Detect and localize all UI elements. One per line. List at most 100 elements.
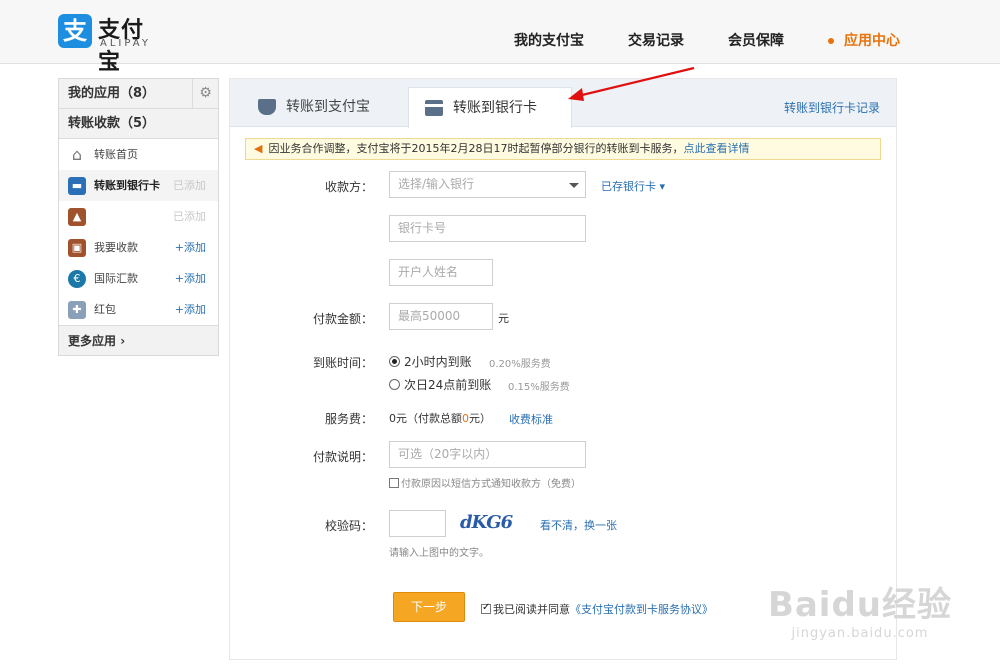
sidebar-item-unnamed[interactable]: ▲ 已添加 bbox=[59, 201, 218, 232]
sidebar-my-apps[interactable]: 我的应用（8） ⚙ bbox=[59, 79, 218, 109]
added-status: 已添加 bbox=[173, 179, 206, 192]
sms-notify-label: 付款原因以短信方式通知收款方（免费） bbox=[401, 479, 581, 490]
tab-transfer-to-alipay[interactable]: 转账到支付宝 bbox=[242, 87, 402, 128]
baidu-watermark: Baidu经验 jingyan.baidu.com bbox=[768, 577, 952, 641]
sidebar-transfer-section-label: 转账收款（5） bbox=[68, 116, 156, 131]
captcha-hint: 请输入上图中的文字。 bbox=[389, 548, 489, 559]
arrival-option-label: 次日24点前到账 bbox=[404, 378, 492, 392]
wallet-icon: ▣ bbox=[68, 239, 86, 257]
sidebar-transfer-section[interactable]: 转账收款（5） bbox=[59, 109, 218, 139]
chevron-right-icon: › bbox=[116, 334, 126, 348]
agree-text: 我已阅读并同意 bbox=[493, 603, 570, 616]
amount-label: 付款金额： bbox=[312, 312, 373, 326]
globe-icon: € bbox=[68, 270, 86, 288]
caret-down-icon: ▾ bbox=[656, 180, 666, 193]
saved-cards-label: 已存银行卡 bbox=[601, 180, 656, 193]
added-status: 已添加 bbox=[173, 210, 206, 223]
caret-down-icon bbox=[569, 183, 579, 188]
tab-label: 转账到银行卡 bbox=[453, 100, 537, 116]
transfer-history-link[interactable]: 转账到银行卡记录 bbox=[784, 99, 880, 116]
sidebar-item-receive-money[interactable]: ▣ 我要收款 +添加 bbox=[59, 232, 218, 263]
bank-card-icon bbox=[425, 100, 443, 116]
nav-app-center[interactable]: 应用中心 bbox=[828, 30, 900, 50]
transfer-panel: 转账到支付宝 转账到银行卡 转账到银行卡记录 ◀ 因业务合作调整，支付宝将于201… bbox=[229, 78, 897, 660]
sidebar: 我的应用（8） ⚙ 转账收款（5） ⌂ 转账首页 ▬ 转账到银行卡 已添加 ▲ 已添… bbox=[58, 78, 219, 356]
active-dot-icon bbox=[828, 38, 834, 44]
captcha-image[interactable]: dKG6 bbox=[460, 512, 513, 536]
add-app-button[interactable]: +添加 bbox=[175, 263, 206, 294]
fee-standard-link[interactable]: 收费标准 bbox=[509, 411, 553, 427]
watermark-main: Baidu经验 bbox=[767, 585, 952, 625]
next-step-button[interactable]: 下一步 bbox=[393, 592, 465, 622]
annotation-arrow-icon bbox=[568, 66, 695, 101]
agreement: 我已阅读并同意《支付宝付款到卡服务协议》 bbox=[481, 601, 713, 617]
sidebar-item-transfer-home[interactable]: ⌂ 转账首页 bbox=[59, 139, 218, 170]
nav-my-alipay[interactable]: 我的支付宝 bbox=[514, 30, 584, 50]
sidebar-item-transfer-to-card[interactable]: ▬ 转账到银行卡 已添加 bbox=[59, 170, 218, 201]
fee-value-prefix: 0元（付款总额 bbox=[389, 412, 462, 425]
top-nav: 我的支付宝 交易记录 会员保障 应用中心 bbox=[470, 30, 900, 50]
fee-total: 0 bbox=[462, 412, 469, 425]
memo-input[interactable]: 可选（20字以内） bbox=[389, 441, 586, 468]
arrival-option-2h[interactable]: 2小时内到账 bbox=[389, 353, 472, 370]
sms-notify-option[interactable]: 付款原因以短信方式通知收款方（免费） bbox=[389, 475, 581, 490]
alipay-logo[interactable]: 支 支付宝 ALIPAY bbox=[58, 12, 158, 75]
speaker-icon: ◀ bbox=[254, 142, 263, 155]
agree-checkbox[interactable] bbox=[481, 602, 491, 614]
sidebar-more-apps[interactable]: 更多应用 › bbox=[59, 325, 218, 355]
sidebar-item-red-packet[interactable]: ✚ 红包 +添加 bbox=[59, 294, 218, 325]
site-header: 支 支付宝 ALIPAY 我的支付宝 交易记录 会员保障 应用中心 bbox=[0, 0, 1000, 75]
add-app-button[interactable]: +添加 bbox=[175, 232, 206, 263]
nav-transactions[interactable]: 交易记录 bbox=[628, 30, 684, 50]
alipay-logo-icon: 支 bbox=[58, 14, 92, 48]
app-icon: ▲ bbox=[68, 208, 86, 226]
saved-cards-dropdown[interactable]: 已存银行卡 ▾ bbox=[601, 178, 665, 194]
sidebar-item-intl-remit[interactable]: € 国际汇款 +添加 bbox=[59, 263, 218, 294]
bank-select-placeholder: 选择/输入银行 bbox=[398, 177, 475, 191]
sidebar-item-label: 转账到银行卡 bbox=[94, 179, 160, 192]
shield-icon bbox=[258, 99, 276, 115]
service-fee-label: 服务费： bbox=[324, 412, 373, 426]
add-app-button[interactable]: +添加 bbox=[175, 294, 206, 325]
arrival-option-next-day[interactable]: 次日24点前到账 bbox=[389, 376, 491, 393]
sms-checkbox[interactable] bbox=[389, 478, 399, 488]
bank-card-icon: ▬ bbox=[68, 177, 86, 195]
watermark-sub: jingyan.baidu.com bbox=[791, 626, 929, 641]
notice-text: 因业务合作调整，支付宝将于2015年2月28日17时起暂停部分银行的转账到卡服务… bbox=[268, 142, 684, 155]
fee-value-suffix: 元） bbox=[469, 412, 491, 425]
captcha-refresh-link[interactable]: 看不清，换一张 bbox=[540, 517, 617, 533]
card-number-input[interactable]: 银行卡号 bbox=[389, 215, 586, 242]
home-icon: ⌂ bbox=[71, 145, 83, 164]
arrival-option-label: 2小时内到账 bbox=[404, 355, 472, 369]
sidebar-item-label: 我要收款 bbox=[94, 241, 138, 254]
nav-app-center-label: 应用中心 bbox=[844, 33, 900, 49]
captcha-input[interactable] bbox=[389, 510, 446, 537]
radio-selected[interactable] bbox=[389, 356, 400, 367]
memo-label: 付款说明： bbox=[312, 450, 373, 464]
arrival-time-label: 到账时间： bbox=[312, 356, 373, 370]
tab-label: 转账到支付宝 bbox=[286, 99, 370, 115]
radio-unselected[interactable] bbox=[389, 379, 400, 390]
logo-text-en: ALIPAY bbox=[100, 38, 151, 49]
sidebar-item-label: 红包 bbox=[94, 303, 116, 316]
holder-name-input[interactable]: 开户人姓名 bbox=[389, 259, 493, 286]
notice-detail-link[interactable]: 点此查看详情 bbox=[683, 142, 749, 155]
gear-icon[interactable]: ⚙ bbox=[192, 79, 218, 108]
agreement-link[interactable]: 《支付宝付款到卡服务协议》 bbox=[570, 603, 713, 616]
tab-transfer-to-bank-card[interactable]: 转账到银行卡 bbox=[408, 87, 572, 128]
sidebar-item-label: 国际汇款 bbox=[94, 272, 138, 285]
arrival-fee-2h: 0.20%服务费 bbox=[489, 359, 551, 370]
service-fee-value: 0元（付款总额0元） bbox=[389, 410, 491, 426]
arrival-fee-next-day: 0.15%服务费 bbox=[508, 382, 570, 393]
amount-unit: 元 bbox=[498, 312, 509, 325]
captcha-label: 校验码： bbox=[324, 519, 373, 533]
amount-input[interactable]: 最高50000 bbox=[389, 303, 493, 330]
payee-label: 收款方： bbox=[324, 180, 373, 194]
notice-banner: ◀ 因业务合作调整，支付宝将于2015年2月28日17时起暂停部分银行的转账到卡服… bbox=[245, 138, 881, 160]
sidebar-item-label: 转账首页 bbox=[94, 148, 138, 161]
nav-member-protection[interactable]: 会员保障 bbox=[728, 30, 784, 50]
sidebar-my-apps-label: 我的应用（8） bbox=[68, 86, 156, 101]
more-apps-label: 更多应用 bbox=[68, 334, 117, 348]
puzzle-icon: ✚ bbox=[68, 301, 86, 319]
bank-select[interactable]: 选择/输入银行 bbox=[389, 171, 586, 198]
